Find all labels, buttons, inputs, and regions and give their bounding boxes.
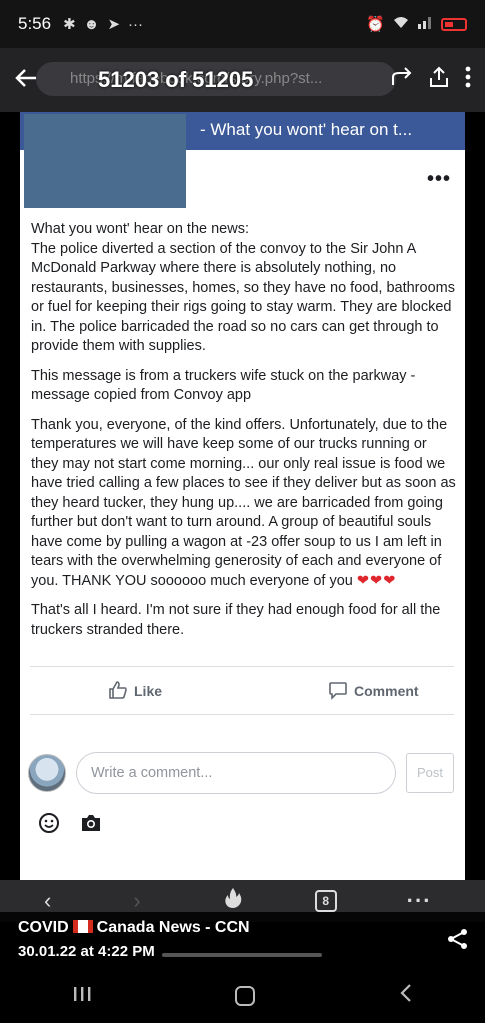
home-icon[interactable] xyxy=(235,985,256,1006)
composer-tools xyxy=(38,812,102,834)
flame-icon[interactable] xyxy=(223,887,243,915)
post-body: What you wont' hear on the news: The pol… xyxy=(31,220,457,650)
post-paragraph-3-text: Thank you, everyone, of the kind offers.… xyxy=(31,416,456,589)
wifi-icon xyxy=(393,15,409,33)
avatar xyxy=(28,754,66,792)
emoji-icon[interactable] xyxy=(38,812,60,834)
alarm-icon: ⏰ xyxy=(366,16,385,33)
comment-composer: Write a comment... Post xyxy=(28,749,458,797)
telegram-icon: ➤ xyxy=(107,16,121,33)
comment-input[interactable]: Write a comment... xyxy=(76,752,396,794)
post-options-button[interactable]: ••• xyxy=(427,168,451,191)
post-caption: COVID Canada News - CCN 30.01.22 at 4:22 … xyxy=(0,912,485,968)
recent-apps-icon[interactable] xyxy=(72,983,92,1009)
post-comment-button[interactable]: Post xyxy=(406,753,454,793)
facebook-post-screenshot: - What you wont' hear on t... ••• What y… xyxy=(20,112,465,880)
tabs-count-button[interactable]: 8 xyxy=(314,890,337,912)
post-paragraph-2: This message is from a truckers wife stu… xyxy=(31,367,416,404)
overflow-menu-icon[interactable] xyxy=(465,66,471,94)
scrub-bar[interactable] xyxy=(162,953,322,957)
snapchat-icon: ☻ xyxy=(83,15,100,33)
chevron-right-icon[interactable]: › xyxy=(133,888,140,914)
chevron-left-icon[interactable]: ‹ xyxy=(44,888,51,914)
source-name-suffix: Canada News - CCN xyxy=(96,919,250,936)
system-nav-bar xyxy=(0,968,485,1023)
camera-icon[interactable] xyxy=(80,812,102,834)
post-paragraph-4: That's all I heard. I'm not sure if they… xyxy=(31,602,441,638)
share-arrow-icon[interactable] xyxy=(391,67,413,93)
signal-icon xyxy=(417,15,433,33)
post-paragraph-1: What you wont' hear on the news: The pol… xyxy=(31,221,455,354)
source-name: COVID Canada News - CCN xyxy=(18,919,250,937)
comment-bubble-icon xyxy=(328,680,348,703)
divider xyxy=(30,666,454,667)
share-icon[interactable] xyxy=(447,928,469,955)
viewer-header: https://m.facebook.com/story.php?st... 5… xyxy=(0,48,485,112)
canada-flag-icon xyxy=(72,920,93,933)
post-paragraph-3: Thank you, everyone, of the kind offers.… xyxy=(31,416,457,592)
back-icon[interactable] xyxy=(399,983,413,1009)
like-button[interactable]: Like xyxy=(108,680,162,703)
thumbs-up-icon xyxy=(108,680,128,703)
status-bar: 5:56 ✱ ☻ ➤ ··· ⏰ xyxy=(0,0,485,48)
source-name-prefix: COVID xyxy=(18,919,69,936)
post-date: 30.01.22 at 4:22 PM xyxy=(18,943,155,960)
redacted-author-box xyxy=(24,114,186,208)
hearts-emoji: ❤❤❤ xyxy=(356,572,397,589)
battery-icon xyxy=(441,17,467,31)
status-time: 5:56 xyxy=(18,14,52,33)
more-icon: ··· xyxy=(128,15,144,33)
image-counter: 51203 of 51205 xyxy=(98,67,254,92)
settings-icon: ✱ xyxy=(63,16,76,33)
divider xyxy=(30,714,454,715)
like-label: Like xyxy=(134,683,163,699)
comment-label: Comment xyxy=(354,683,419,699)
post-title: - What you wont' hear on t... xyxy=(200,120,413,139)
upload-icon[interactable] xyxy=(429,66,449,94)
comment-button[interactable]: Comment xyxy=(328,680,419,703)
more-icon[interactable]: ··· xyxy=(407,888,432,914)
post-actions: Like Comment xyxy=(20,674,465,708)
